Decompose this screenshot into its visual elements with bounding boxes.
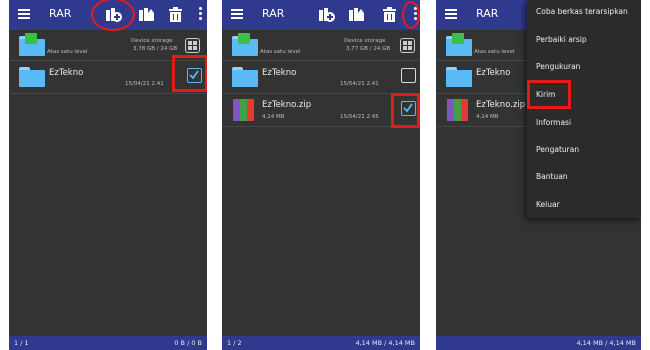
parent-folder-row[interactable]: Atas satu level Device storage 3,77 GB /… <box>222 31 420 61</box>
checkbox-unchecked[interactable] <box>401 68 416 83</box>
selection-count: 1 / 1 <box>14 339 29 347</box>
status-bar: 1 / 1 0 B / 0 B <box>9 336 207 350</box>
highlight-ring <box>402 1 420 29</box>
storage-label: Device storage <box>344 38 386 44</box>
file-name: EzTekno <box>476 68 511 78</box>
selection-size: 4,14 MB / 4,14 MB <box>576 339 636 347</box>
screenshot-collage: RAR Atas satu level Device storage 3,78 … <box>0 0 650 350</box>
selection-size: 0 B / 0 B <box>174 339 202 347</box>
folder-up-icon <box>446 33 472 56</box>
up-label: Atas satu level <box>474 49 515 55</box>
grid-view-icon[interactable] <box>185 38 200 53</box>
menu-item-info[interactable]: Informasi <box>536 118 571 127</box>
file-name: EzTekno.zip <box>262 100 312 110</box>
add-to-archive-icon[interactable] <box>318 6 335 23</box>
menu-item-help[interactable]: Bantuan <box>536 172 568 181</box>
storage-size: 3,77 GB / 24 GB <box>346 46 391 52</box>
folder-up-icon <box>19 33 45 56</box>
app-bar: RAR <box>222 0 420 30</box>
selection-count: 1 / 2 <box>227 339 242 347</box>
app-title: RAR <box>49 7 72 20</box>
file-size: 4,14 MB <box>476 114 499 120</box>
folder-icon <box>19 67 45 87</box>
menu-item-settings[interactable]: Pengaturan <box>536 145 579 154</box>
file-date: 15/04/21 2.45 <box>340 114 379 120</box>
file-name: EzTekno <box>262 68 297 78</box>
extract-icon[interactable] <box>138 6 155 23</box>
more-vertical-icon[interactable] <box>195 7 205 23</box>
storage-size: 3,78 GB / 24 GB <box>133 46 178 52</box>
storage-label: Device storage <box>131 38 173 44</box>
trash-icon[interactable] <box>167 6 184 23</box>
hamburger-icon[interactable] <box>231 9 243 19</box>
rar-archive-icon <box>233 99 255 121</box>
status-bar: 4,14 MB / 4,14 MB <box>436 336 641 350</box>
menu-item-test[interactable]: Coba berkas terarsipkan <box>536 7 628 16</box>
trash-icon[interactable] <box>381 6 398 23</box>
file-date: 15/04/21 2.41 <box>340 81 379 87</box>
highlight-box <box>527 80 571 109</box>
hamburger-icon[interactable] <box>445 9 457 19</box>
hamburger-icon[interactable] <box>18 9 30 19</box>
menu-item-exit[interactable]: Keluar <box>536 200 560 209</box>
overflow-menu: Coba berkas terarsipkan Perbaiki arsip P… <box>527 0 641 218</box>
menu-item-repair[interactable]: Perbaiki arsip <box>536 35 587 44</box>
folder-up-icon <box>232 33 258 56</box>
highlight-box <box>391 93 420 128</box>
extract-icon[interactable] <box>348 6 365 23</box>
file-name: EzTekno <box>49 68 84 78</box>
phone-screen-1: RAR Atas satu level Device storage 3,78 … <box>9 0 207 350</box>
file-size: 4,14 MB <box>262 114 285 120</box>
menu-item-benchmark[interactable]: Pengukuran <box>536 62 580 71</box>
folder-icon <box>446 67 472 87</box>
grid-view-icon[interactable] <box>400 38 415 53</box>
file-date: 15/04/21 2.41 <box>125 81 164 87</box>
file-row[interactable]: EzTekno 15/04/21 2.41 <box>222 62 420 94</box>
folder-icon <box>232 67 258 87</box>
status-bar: 1 / 2 4,14 MB / 4,14 MB <box>222 336 420 350</box>
highlight-box <box>172 55 207 92</box>
up-label: Atas satu level <box>47 49 88 55</box>
phone-screen-3: RAR Atas satu level EzTekno EzTekno.zip … <box>436 0 641 350</box>
file-name: EzTekno.zip <box>476 100 526 110</box>
app-title: RAR <box>262 7 285 20</box>
up-label: Atas satu level <box>260 49 301 55</box>
selection-size: 4,14 MB / 4,14 MB <box>355 339 415 347</box>
app-title: RAR <box>476 7 499 20</box>
rar-archive-icon <box>447 99 469 121</box>
phone-screen-2: RAR Atas satu level Device storage 3,77 … <box>222 0 420 350</box>
